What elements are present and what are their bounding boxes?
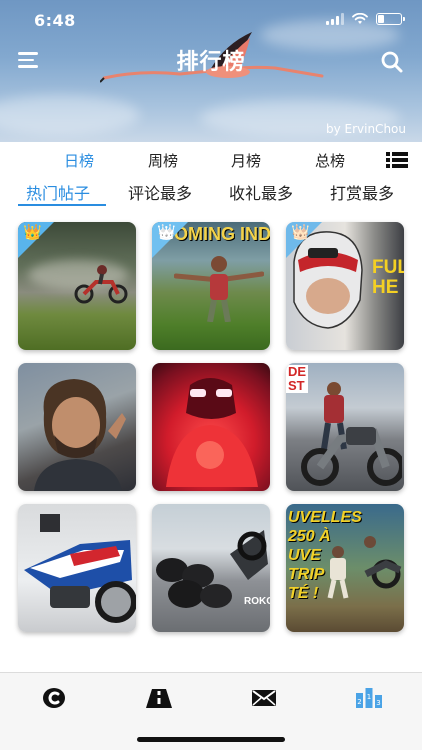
tab-mail-icon[interactable] [251, 687, 277, 709]
gold-crown-icon: 👑 [23, 223, 42, 241]
list-view-icon[interactable] [386, 152, 408, 168]
post-thumbnail: ROKO [152, 504, 270, 632]
tab-hot-posts[interactable]: 热门帖子 [26, 180, 90, 204]
status-time: 6:48 [34, 11, 76, 30]
person-figure [174, 256, 264, 322]
tab-most-tips[interactable]: 打赏最多 [330, 180, 394, 204]
cloud-decoration [0, 95, 140, 135]
post-thumbnail: DE ST [286, 363, 404, 491]
tires-figure [156, 530, 268, 608]
home-indicator [137, 737, 285, 742]
cell-signal-icon [326, 13, 344, 25]
motorcycle-rider-figure [301, 382, 402, 486]
tab-ranking-icon[interactable]: 2 1 3 [356, 687, 382, 709]
post-card[interactable] [18, 504, 136, 632]
search-icon[interactable] [380, 50, 404, 74]
post-card[interactable] [152, 363, 270, 491]
active-tab-indicator [18, 204, 106, 206]
thumbnail-text: UVELLES 250 À UVE TRIP TÉ ! [288, 509, 362, 602]
category-tabs: 热门帖子 评论最多 收礼最多 打赏最多 [0, 178, 422, 208]
person-portrait [34, 379, 126, 491]
tab-all-time[interactable]: 总榜 [315, 150, 345, 171]
header-banner: 6:48 排行榜 by ErvinChou [0, 0, 422, 142]
bronze-crown-icon: 👑 [291, 223, 310, 241]
post-card[interactable]: 👑 [18, 222, 136, 350]
page-title: 排行榜 [176, 50, 246, 75]
thumbnail-text: FUL HE [372, 257, 404, 298]
status-icons [326, 13, 405, 25]
battery-icon [376, 13, 405, 25]
silver-crown-icon: 👑 [157, 223, 176, 241]
post-thumbnail [152, 363, 270, 491]
motorcycle-icon [74, 265, 128, 304]
wifi-icon [352, 13, 368, 24]
post-card[interactable] [18, 363, 136, 491]
tab-home-icon[interactable] [41, 687, 67, 709]
svg-text:2: 2 [357, 698, 361, 706]
post-card[interactable]: FUL HE 👑 [286, 222, 404, 350]
svg-text:3: 3 [376, 699, 380, 707]
svg-text:1: 1 [367, 693, 371, 701]
tab-most-gifts[interactable]: 收礼最多 [229, 180, 293, 204]
post-thumbnail [18, 363, 136, 491]
tab-most-comments[interactable]: 评论最多 [128, 180, 192, 204]
tab-road-icon[interactable] [146, 687, 172, 709]
robot-figure [166, 378, 258, 487]
post-card[interactable]: DE ST [286, 363, 404, 491]
post-thumbnail [18, 504, 136, 632]
tab-weekly[interactable]: 周榜 [148, 150, 178, 171]
tab-daily[interactable]: 日榜 [64, 150, 94, 171]
tab-monthly[interactable]: 月榜 [231, 150, 261, 171]
post-card[interactable]: OMING INDI 👑 [152, 222, 270, 350]
period-tabs: 日榜 周榜 月榜 总榜 [0, 146, 422, 176]
post-thumbnail: UVELLES 250 À UVE TRIP TÉ ! [286, 504, 404, 632]
author-byline: by ErvinChou [325, 122, 406, 136]
thumbnail-text: OMING INDI [174, 224, 270, 244]
thumbnail-text: ROKO [244, 596, 270, 607]
post-card[interactable]: UVELLES 250 À UVE TRIP TÉ ! [286, 504, 404, 632]
post-card[interactable]: ROKO [152, 504, 270, 632]
motorcycle-figure [24, 514, 136, 623]
